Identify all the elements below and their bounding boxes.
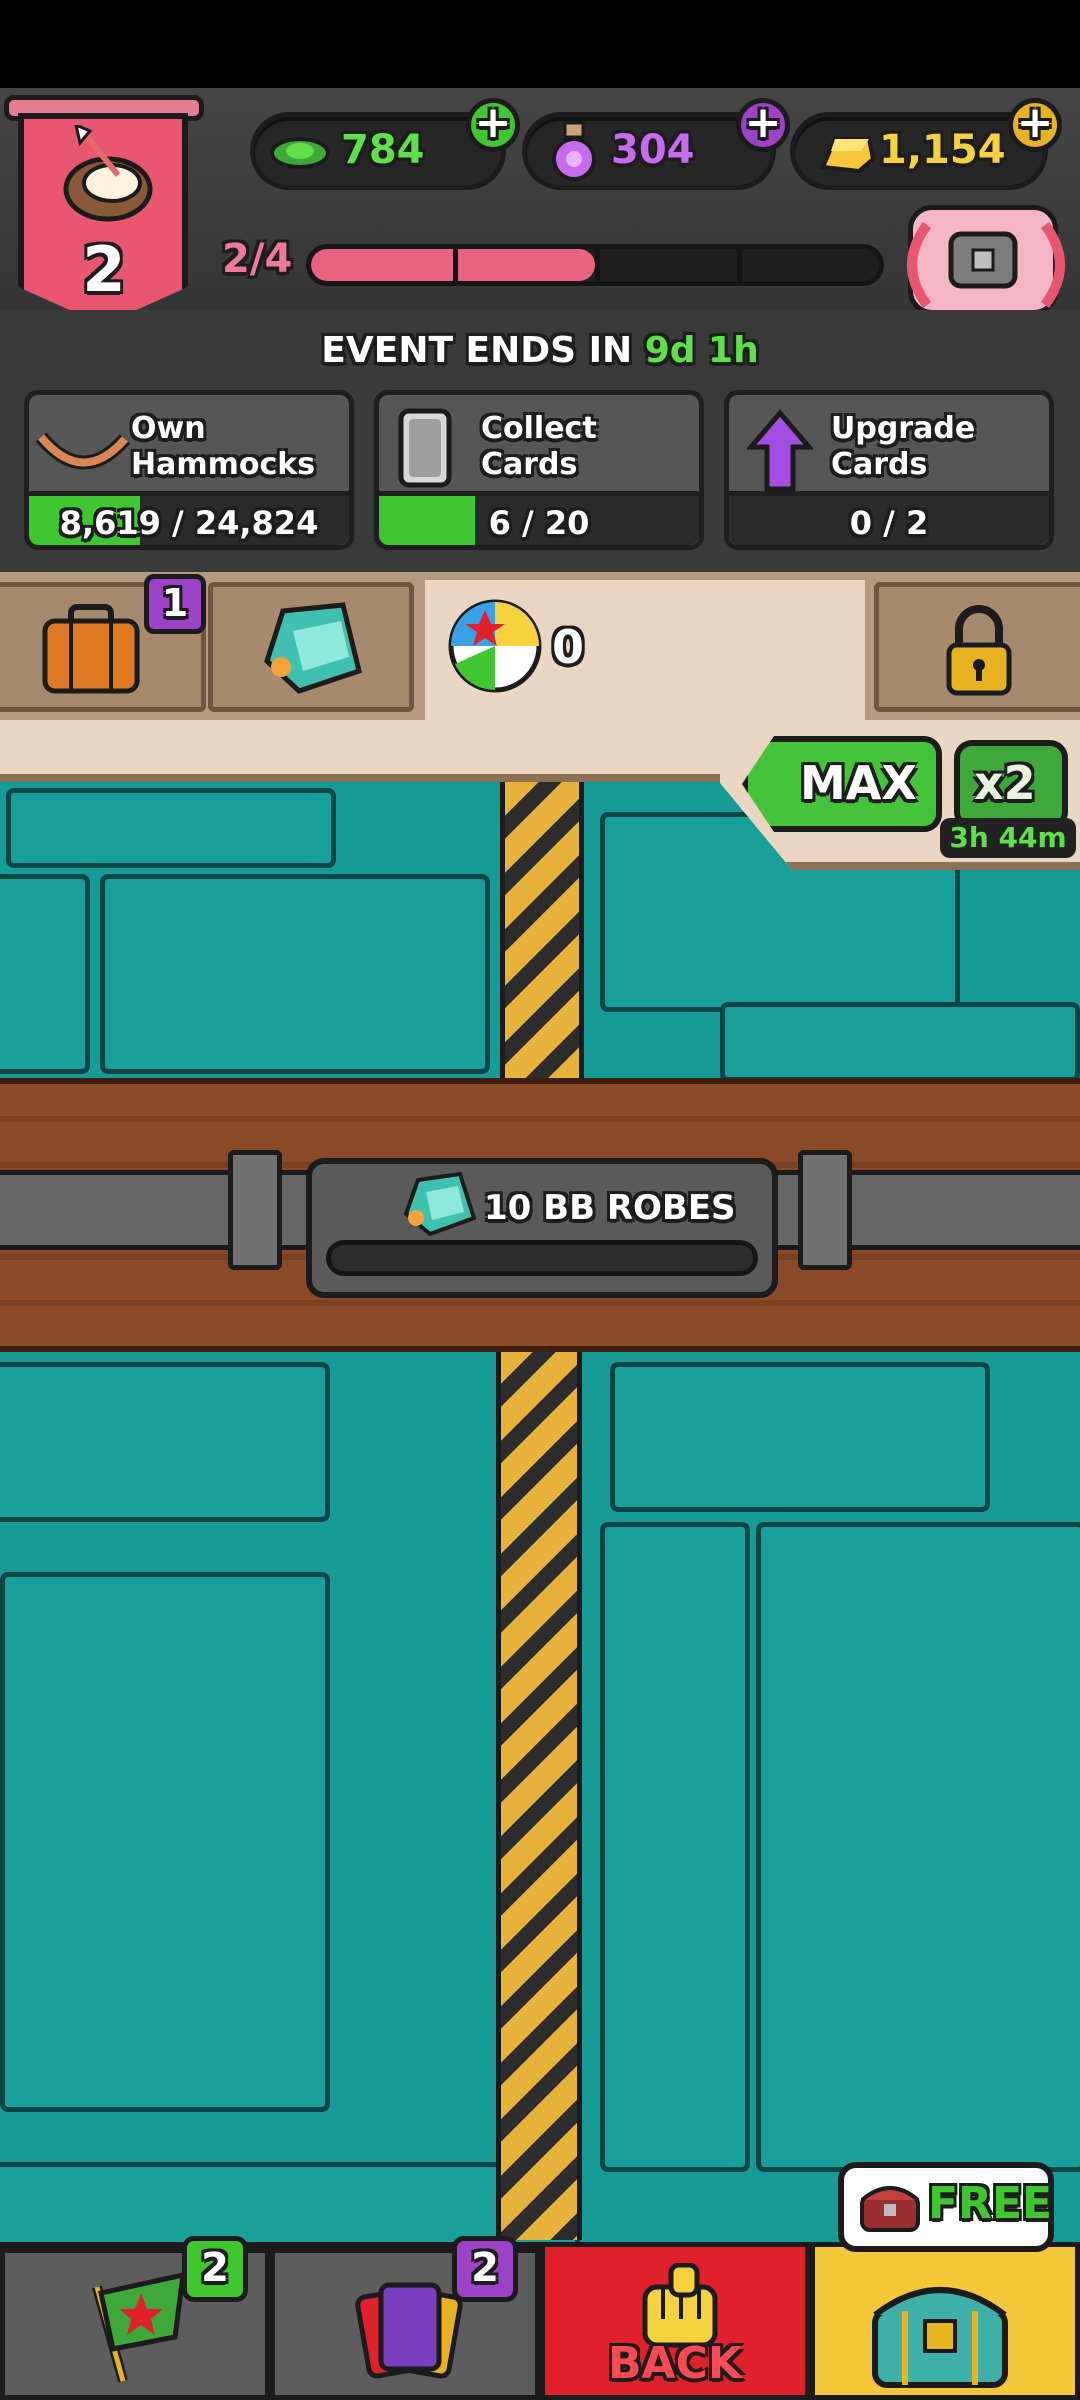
- laurel-left-icon: [907, 222, 932, 308]
- progress-rope-upper: [500, 782, 584, 1082]
- task-progress-bar: 0 / 2: [729, 491, 1049, 545]
- wall-panel: [6, 788, 336, 868]
- x2-boost-timer: 3h 44m: [940, 818, 1076, 858]
- card-icon: [398, 408, 452, 488]
- wall-panel: [756, 1522, 1080, 2172]
- wall-panel: [0, 1362, 330, 1522]
- laurel-right-icon: [1040, 222, 1065, 308]
- mini-chest-icon: [860, 2186, 920, 2232]
- upgrade-arrow-icon: [747, 409, 813, 492]
- beach-ball-count: 0: [552, 620, 585, 674]
- flag-icon: [92, 2271, 186, 2383]
- level-progress-label: 2/4: [222, 236, 293, 282]
- task-collect-cards[interactable]: Collect Cards 6 / 20: [374, 390, 704, 550]
- task-progress-text: 8,619 / 24,824: [59, 504, 319, 542]
- wall-panel: [100, 874, 490, 1074]
- task-label-1: Own: [131, 411, 206, 446]
- beach-ball-icon: [448, 599, 542, 693]
- add-potion-button[interactable]: +: [736, 98, 790, 152]
- chest-icon: [948, 231, 1018, 289]
- suitcase-icon: [42, 604, 140, 694]
- potion-value: 304: [611, 127, 695, 173]
- shop-button[interactable]: [810, 2242, 1080, 2400]
- wall-panel: [610, 1362, 990, 1512]
- rail-clamp: [228, 1150, 282, 1270]
- gold-value: 1,154: [879, 127, 1006, 173]
- robe-icon: [264, 602, 362, 694]
- wall-panel: [600, 1522, 750, 2172]
- level-banner[interactable]: 2: [4, 95, 204, 335]
- task-label-1: Upgrade: [831, 411, 976, 446]
- add-cash-button[interactable]: +: [466, 98, 520, 152]
- back-button-label: BACK: [608, 2338, 742, 2389]
- tab-beach-ball[interactable]: 0: [425, 580, 865, 720]
- task-progress-text: 6 / 20: [488, 504, 590, 542]
- tab-locked[interactable]: [874, 582, 1080, 712]
- task-label-1: Collect Cards: [481, 411, 597, 482]
- event-timer: EVENT ENDS IN 9d 1h: [0, 330, 1080, 371]
- free-reward-label: FREE: [928, 2178, 1053, 2229]
- tab-robes[interactable]: [208, 582, 414, 712]
- task-progress-bar: 6 / 20: [379, 491, 699, 545]
- cash-value: 784: [341, 127, 425, 173]
- status-bar: [0, 0, 1080, 88]
- x2-boost-label: x2: [974, 756, 1036, 810]
- progress-rope-lower: [496, 1350, 582, 2240]
- task-label-2: Cards: [831, 447, 928, 482]
- robe-icon: [404, 1172, 476, 1236]
- wall-panel: [0, 874, 90, 1074]
- event-timer-prefix: EVENT ENDS IN: [321, 330, 633, 371]
- flag-badge: 2: [182, 2236, 248, 2302]
- treasure-chest-icon: [872, 2287, 1008, 2388]
- event-timer-value: 9d 1h: [644, 330, 759, 371]
- cash-icon: [270, 137, 330, 169]
- task-progress-bar: 8,619 / 24,824: [29, 491, 349, 545]
- task-own-hammocks[interactable]: Own Hammocks 8,619 / 24,824: [24, 390, 354, 550]
- suitcase-badge: 1: [144, 574, 206, 634]
- hammock-icon: [35, 432, 131, 470]
- wall-panel: [720, 1002, 1080, 1082]
- potion-icon: [552, 121, 596, 181]
- milestone-plate[interactable]: [306, 1158, 778, 1298]
- milestone-reward-label: 10 BB ROBES: [484, 1188, 736, 1228]
- task-progress-text: 0 / 2: [849, 504, 929, 542]
- gold-bar-icon: [820, 137, 875, 174]
- level-progress-bar: [306, 244, 884, 286]
- level-number: 2: [82, 233, 126, 306]
- milestone-progress-bar: [326, 1240, 758, 1276]
- max-button-label: MAX: [800, 756, 917, 810]
- cards-badge: 2: [452, 2236, 518, 2302]
- coconut-icon: [63, 125, 153, 222]
- rail-clamp: [798, 1150, 852, 1270]
- task-label-2: Hammocks: [131, 447, 316, 482]
- wall-panel: [0, 1572, 330, 2112]
- add-gold-button[interactable]: +: [1008, 98, 1062, 152]
- padlock-icon: [946, 605, 1012, 696]
- task-upgrade-cards[interactable]: Upgrade Cards 0 / 2: [724, 390, 1054, 550]
- cards-icon: [355, 2282, 463, 2379]
- level-reward-chest-button[interactable]: [907, 205, 1065, 315]
